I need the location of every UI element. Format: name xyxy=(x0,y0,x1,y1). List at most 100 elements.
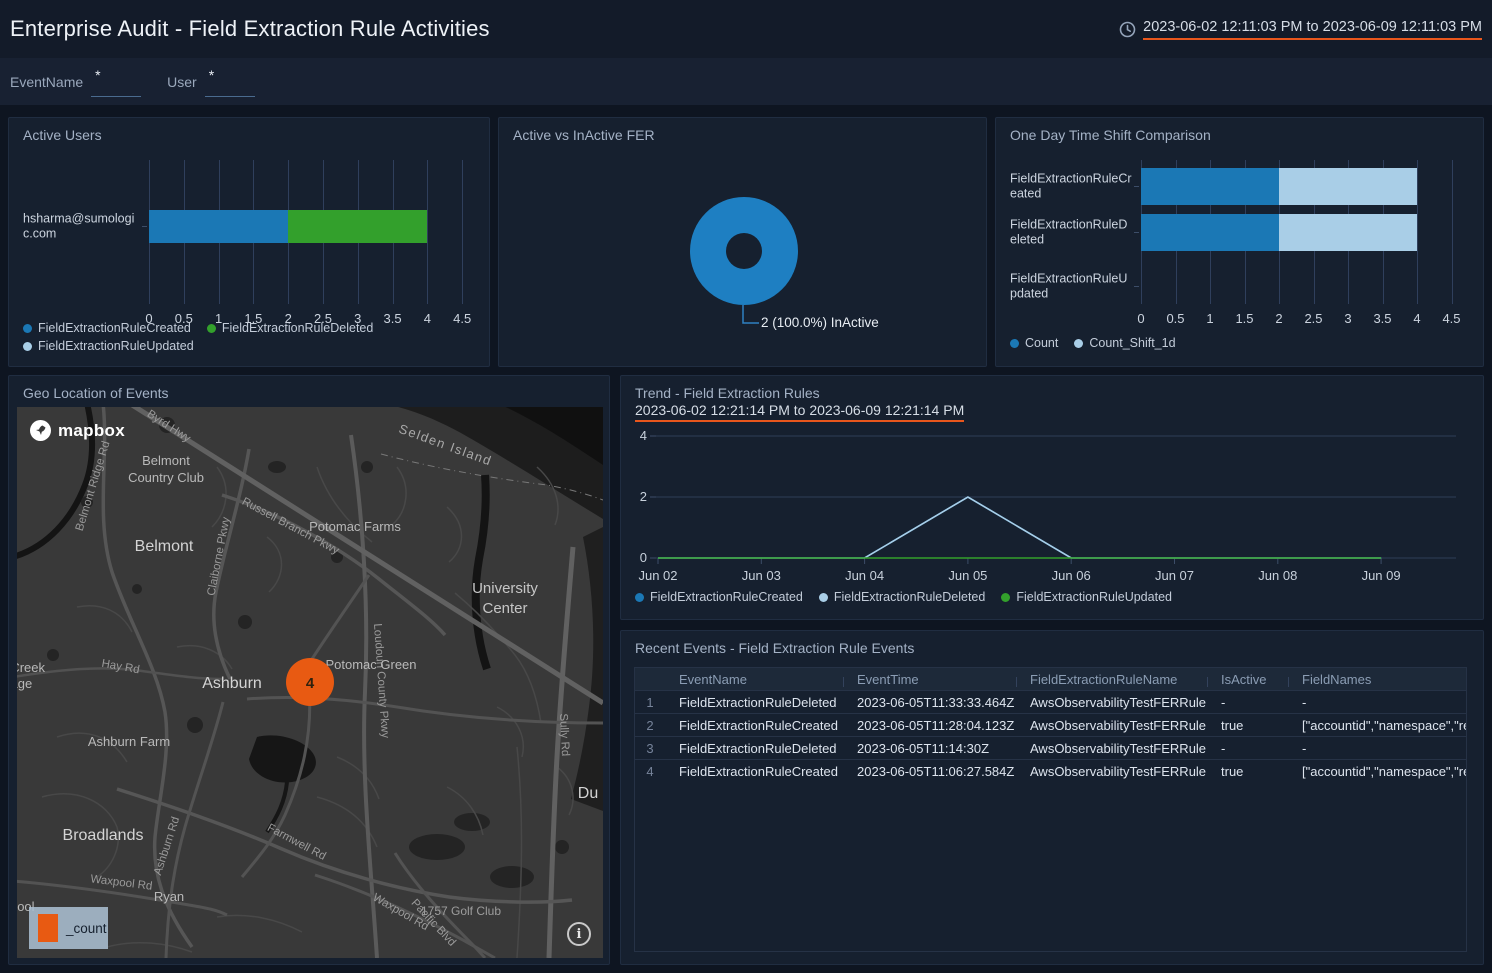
trend-time-range[interactable]: 2023-06-02 12:21:14 PM to 2023-06-09 12:… xyxy=(635,402,964,422)
panel-title: Recent Events - Field Extraction Rule Ev… xyxy=(635,640,914,656)
panel-active-users: Active Users FieldExtractionRuleCreatedF… xyxy=(8,117,490,367)
filter-user-input[interactable]: * xyxy=(205,67,255,97)
map-label: University xyxy=(472,580,538,597)
dashboard-body: Active Users FieldExtractionRuleCreatedF… xyxy=(0,105,1492,965)
x-tick-label: 1 xyxy=(1192,311,1228,326)
y-tick-label: 2 xyxy=(640,489,647,504)
legend-dot xyxy=(1074,339,1083,348)
map-label: Center xyxy=(482,600,527,617)
map-label: Potomac Green xyxy=(325,657,416,672)
category-label: FieldExtractionRuleUpdated xyxy=(1010,271,1133,301)
legend-dot xyxy=(635,593,644,602)
gridline xyxy=(1452,160,1453,304)
time-range-control[interactable]: 2023-06-02 12:11:03 PM to 2023-06-09 12:… xyxy=(1119,19,1482,40)
category-label: hsharma@sumologic.com xyxy=(23,211,141,241)
x-tick-label: 0 xyxy=(131,311,167,326)
map-label: Hay Rd xyxy=(101,658,141,676)
x-tick-label: 2.5 xyxy=(305,311,341,326)
page-title: Enterprise Audit - Field Extraction Rule… xyxy=(10,16,490,42)
right-column: Trend - Field Extraction Rules 2023-06-0… xyxy=(620,375,1484,965)
legend-dot xyxy=(23,324,32,333)
legend-label: Count xyxy=(1025,334,1058,352)
row-number: 2 xyxy=(635,718,665,733)
map-info-button[interactable]: i xyxy=(567,922,591,946)
legend-item: FieldExtractionRuleCreated xyxy=(635,588,803,606)
clock-icon xyxy=(1119,21,1136,38)
filter-user-label: User xyxy=(167,74,197,90)
x-tick-label: Jun 03 xyxy=(742,568,781,583)
map-label: Byrd Hwy xyxy=(145,408,193,445)
map-label: Ryan xyxy=(154,889,184,904)
x-tick-label: 2 xyxy=(270,311,306,326)
map-label: Ashburn Farm xyxy=(88,734,170,749)
table-row[interactable]: 3FieldExtractionRuleDeleted2023-06-05T11… xyxy=(635,736,1466,759)
table-cell: FieldExtractionRuleDeleted xyxy=(665,695,843,710)
table-row[interactable]: 2FieldExtractionRuleCreated2023-06-05T11… xyxy=(635,713,1466,736)
legend-label: Count_Shift_1d xyxy=(1089,334,1175,352)
filter-eventname: EventName * xyxy=(10,67,141,97)
x-tick-label: Jun 02 xyxy=(638,568,677,583)
column-header[interactable]: FieldExtractionRuleName xyxy=(1016,672,1207,687)
donut-chart xyxy=(690,197,798,305)
series-line xyxy=(658,497,1381,558)
bar-segment xyxy=(1279,214,1417,251)
top-row: Active Users FieldExtractionRuleCreatedF… xyxy=(8,117,1484,367)
x-tick-label: Jun 06 xyxy=(1052,568,1091,583)
column-header[interactable]: EventTime xyxy=(843,672,1016,687)
table-cell: 2023-06-05T11:28:04.123Z xyxy=(843,718,1016,733)
panel-trend: Trend - Field Extraction Rules 2023-06-0… xyxy=(620,375,1484,620)
panel-active-vs-inactive: Active vs InActive FER 2 (100.0%) InActi… xyxy=(498,117,987,367)
table-row[interactable]: 4FieldExtractionRuleCreated2023-06-05T11… xyxy=(635,759,1466,782)
category-tick xyxy=(1134,286,1139,287)
map-label: Loudoun County Pkwy xyxy=(371,623,391,739)
map-label: Claiborne Pkwy xyxy=(206,516,233,597)
table-cell: 2023-06-05T11:14:30Z xyxy=(843,741,1016,756)
x-tick-label: 3 xyxy=(1330,311,1366,326)
x-tick-label: 1.5 xyxy=(235,311,271,326)
chart-legend: FieldExtractionRuleCreated FieldExtractio… xyxy=(635,588,1455,606)
y-tick-label: 0 xyxy=(640,550,647,565)
table-cell: FieldExtractionRuleCreated xyxy=(665,764,843,779)
donut-callout-label: 2 (100.0%) InActive xyxy=(761,315,879,330)
x-tick-label: 0.5 xyxy=(1158,311,1194,326)
x-tick-label: 4.5 xyxy=(444,311,480,326)
mapbox-attribution[interactable]: mapbox xyxy=(29,419,125,442)
dashboard: Enterprise Audit - Field Extraction Rule… xyxy=(0,0,1492,973)
table-cell: true xyxy=(1207,718,1288,733)
map-canvas: Byrd HwySelden IslandBelmontCountry Club… xyxy=(17,407,603,958)
x-tick-label: 2.5 xyxy=(1296,311,1332,326)
x-tick-label: 3.5 xyxy=(375,311,411,326)
x-tick-label: 0 xyxy=(1123,311,1159,326)
x-tick-label: 3.5 xyxy=(1365,311,1401,326)
filter-eventname-input[interactable]: * xyxy=(91,67,141,97)
table-cell: AwsObservabilityTestFERRule xyxy=(1016,695,1207,710)
category-tick xyxy=(1134,186,1139,187)
map-label: Ashburn xyxy=(202,675,262,692)
legend-item: FieldExtractionRuleUpdated xyxy=(1001,588,1172,606)
y-tick-label: 4 xyxy=(640,428,647,443)
category-tick xyxy=(1134,232,1139,233)
panel-title: One Day Time Shift Comparison xyxy=(1010,127,1211,143)
map-label: Country Club xyxy=(128,470,204,485)
map-marker-cluster[interactable]: 4 xyxy=(286,658,334,706)
time-range-text: 2023-06-02 12:11:03 PM to 2023-06-09 12:… xyxy=(1143,19,1482,40)
panel-geo-location: Geo Location of Events xyxy=(8,375,610,965)
header: Enterprise Audit - Field Extraction Rule… xyxy=(0,0,1492,58)
legend-label: FieldExtractionRuleUpdated xyxy=(38,337,194,355)
table-row[interactable]: 1FieldExtractionRuleDeleted2023-06-05T11… xyxy=(635,690,1466,713)
broad-run-stream xyxy=(476,475,487,669)
panel-recent-events: Recent Events - Field Extraction Rule Ev… xyxy=(620,630,1484,965)
map-label: Belmont xyxy=(135,538,194,555)
column-header[interactable]: FieldNames xyxy=(1288,672,1466,687)
table-cell: AwsObservabilityTestFERRule xyxy=(1016,718,1207,733)
marker-count: 4 xyxy=(306,675,315,692)
map-label: Du xyxy=(578,785,598,802)
legend-dot xyxy=(1010,339,1019,348)
column-header[interactable]: IsActive xyxy=(1207,672,1288,687)
map[interactable]: Byrd HwySelden IslandBelmontCountry Club… xyxy=(17,407,603,958)
column-header[interactable]: EventName xyxy=(665,672,843,687)
x-tick-label: Jun 09 xyxy=(1362,568,1401,583)
legend-dot xyxy=(819,593,828,602)
table-header: EventNameEventTimeFieldExtractionRuleNam… xyxy=(635,668,1466,690)
legend-label: FieldExtractionRuleDeleted xyxy=(834,588,985,606)
